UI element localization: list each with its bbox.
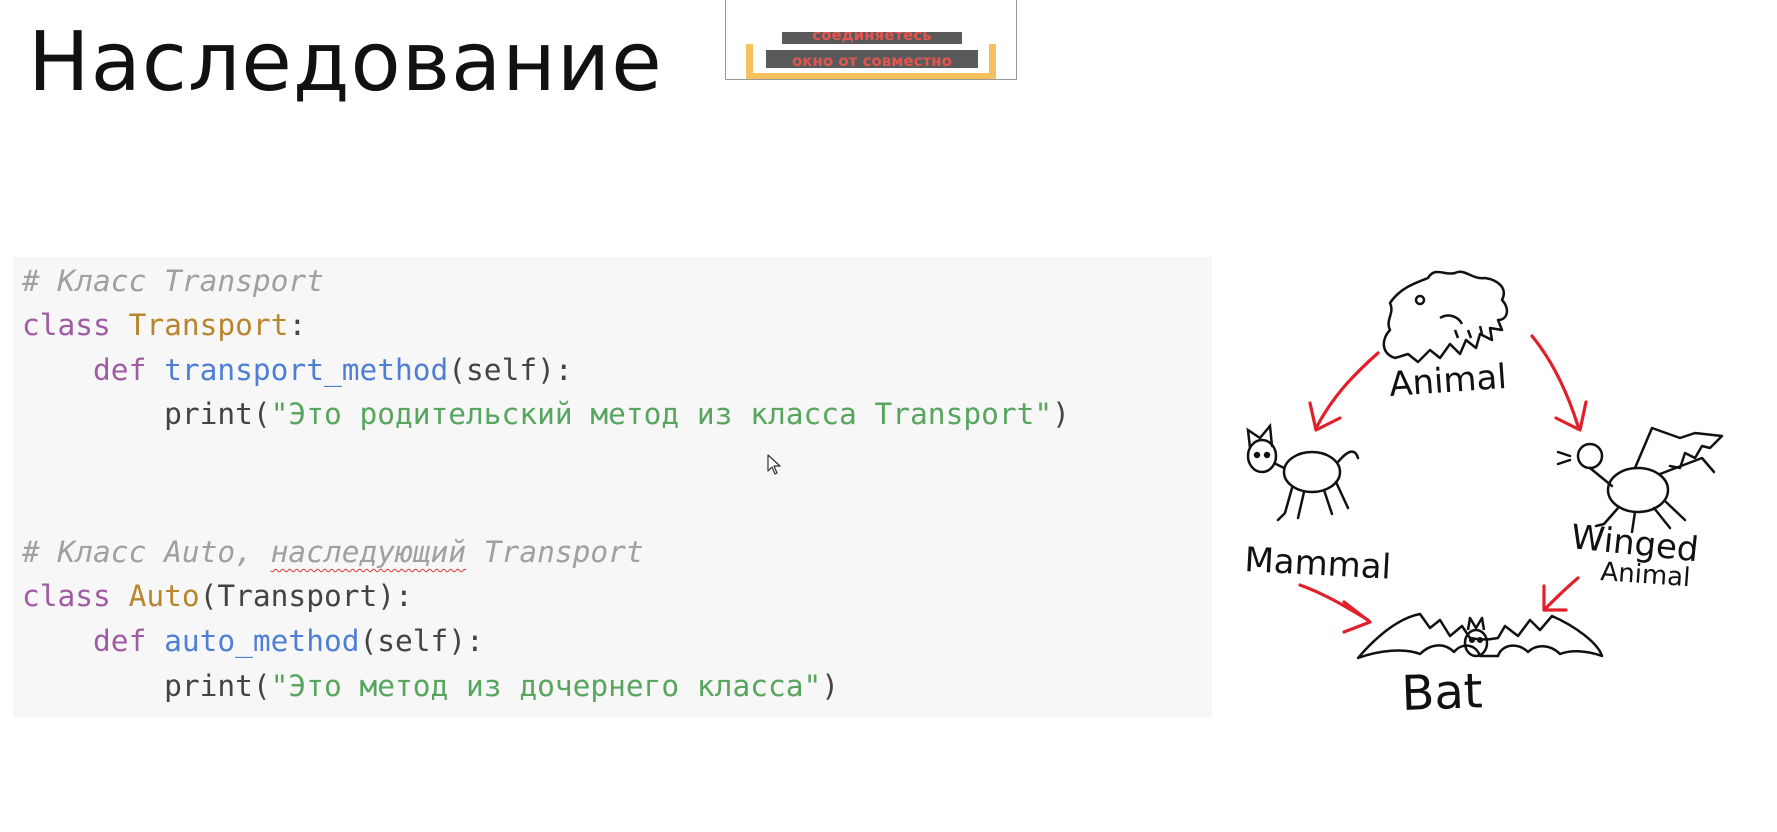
- bat-icon: [1356, 612, 1604, 660]
- bird-icon: [1556, 426, 1724, 534]
- code-line-2: class Transport:: [22, 305, 306, 345]
- code-line-8: print("Это метод из дочернего класса"): [22, 666, 839, 706]
- label-bat: Bat: [1400, 663, 1483, 722]
- code-line-1: # Класс Transport: [22, 261, 324, 301]
- code-string: "Это метод из дочернего класса": [270, 669, 822, 703]
- code-builtin: print: [164, 669, 253, 703]
- code-keyword-class: class: [22, 308, 111, 342]
- code-function-name: auto_method: [164, 624, 360, 658]
- code-punct: :: [288, 308, 307, 342]
- overlay-text-line-1: соединяетесь: [782, 32, 962, 44]
- slide-title: Наследование: [28, 15, 663, 110]
- code-line-6: class Auto(Transport):: [22, 576, 413, 616]
- code-function-name: transport_method: [164, 353, 449, 387]
- dragon-icon: [1382, 270, 1509, 364]
- code-keyword-def: def: [93, 624, 147, 658]
- code-class-name: Transport: [128, 308, 289, 342]
- code-line-7: def auto_method(self):: [22, 621, 484, 661]
- code-comment: # Класс Transport: [22, 264, 324, 298]
- code-keyword-def: def: [93, 353, 147, 387]
- code-parent: (Transport):: [199, 579, 413, 613]
- arrow-animal-to-winged: [1530, 334, 1580, 428]
- code-keyword-class: class: [22, 579, 111, 613]
- code-class-name: Auto: [128, 579, 200, 613]
- code-signature: (self):: [448, 353, 573, 387]
- code-builtin: print: [164, 397, 253, 431]
- cat-icon: [1246, 422, 1360, 522]
- code-comment: # Класс Auto,: [22, 535, 271, 569]
- code-comment: Transport: [466, 535, 644, 569]
- mouse-cursor-icon: [767, 454, 781, 475]
- code-punct: (: [252, 397, 271, 431]
- label-animal: Animal: [1388, 357, 1508, 405]
- code-string: "Это родительский метод из класса Transp…: [270, 397, 1053, 431]
- code-punct: ): [821, 669, 840, 703]
- screen-share-overlay[interactable]: соединяетесь окно от совместно: [725, 0, 1017, 80]
- arrow-winged-to-bat: [1544, 576, 1580, 610]
- arrow-mammal-to-bat: [1298, 583, 1370, 622]
- spellcheck-word: наследующий: [270, 535, 467, 569]
- code-line-4: print("Это родительский метод из класса …: [22, 394, 1070, 434]
- code-signature: (self):: [359, 624, 484, 658]
- code-block: # Класс Transport class Transport: def t…: [13, 257, 1212, 718]
- code-line-3: def transport_method(self):: [22, 350, 573, 390]
- inheritance-diagram-svg: Animal Mammal Winged Animal Bat: [1244, 270, 1724, 722]
- overlay-bracket: [746, 44, 996, 79]
- arrow-animal-to-mammal: [1314, 351, 1380, 430]
- code-punct: ): [1052, 397, 1070, 431]
- code-line-5: # Класс Auto, наследующий Transport: [22, 532, 644, 572]
- inheritance-diagram: Animal Mammal Winged Animal Bat: [1240, 258, 1730, 728]
- code-punct: (: [252, 669, 271, 703]
- label-mammal: Mammal: [1244, 540, 1393, 588]
- label-winged-animal: Animal: [1600, 557, 1692, 593]
